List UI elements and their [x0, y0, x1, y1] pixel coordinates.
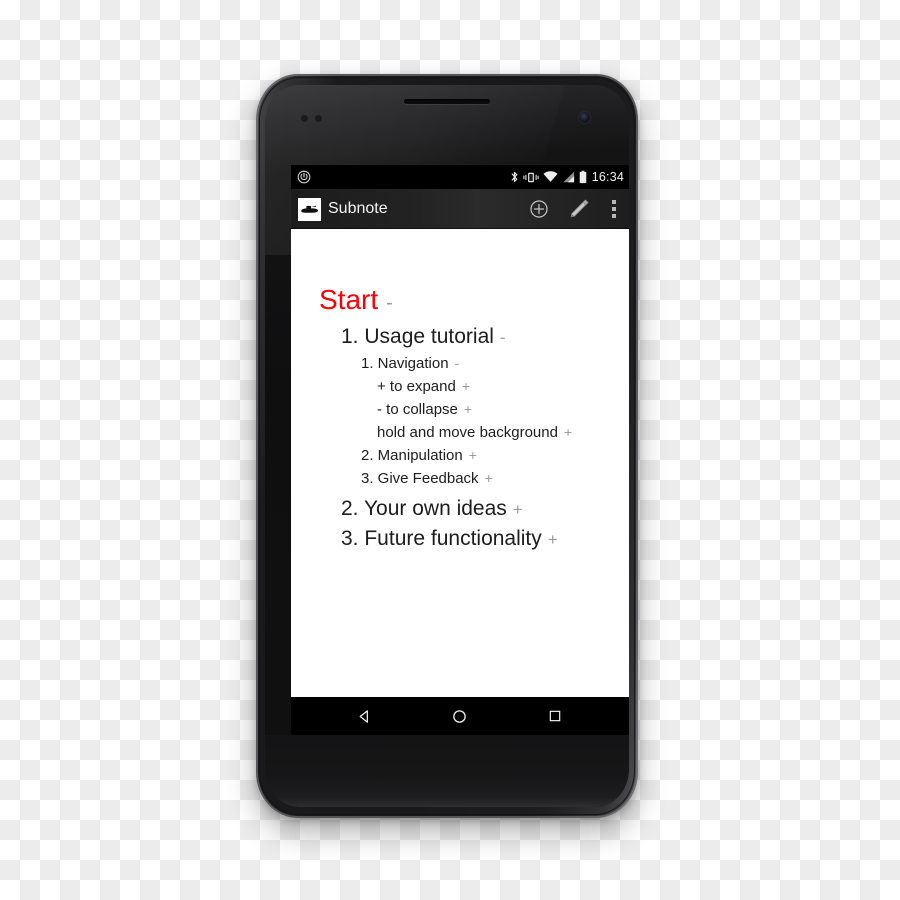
submarine-glyph: [301, 205, 319, 213]
wifi-icon: [543, 171, 558, 182]
node-collapse-marker[interactable]: -: [386, 292, 393, 315]
status-bar-notifications: [297, 170, 311, 184]
node-text: - to collapse: [377, 401, 458, 418]
node-expand-marker[interactable]: +: [464, 401, 472, 417]
node-text: 2. Your own ideas: [341, 497, 507, 520]
note-outline: Start - 1. Usage tutorial - 1. Navigatio…: [291, 229, 629, 697]
status-bar: 16:34: [291, 165, 629, 189]
proximity-sensor: [301, 115, 308, 122]
node-expand-marker[interactable]: +: [469, 447, 477, 463]
status-bar-clock: 16:34: [591, 169, 624, 184]
outline-node[interactable]: - to collapse +: [377, 401, 621, 418]
node-expand-marker[interactable]: +: [485, 470, 493, 486]
overflow-menu-button[interactable]: [599, 189, 629, 229]
node-text: 3. Future functionality: [341, 527, 542, 550]
signal-icon: [563, 171, 574, 183]
circle-icon: [453, 709, 467, 723]
node-collapse-marker[interactable]: -: [500, 328, 506, 348]
node-expand-marker[interactable]: +: [513, 500, 523, 520]
node-text: 3. Give Feedback: [361, 470, 479, 487]
outline-node[interactable]: 1. Navigation -: [361, 355, 621, 372]
node-text: 2. Manipulation: [361, 447, 463, 464]
power-icon: [297, 170, 311, 184]
back-button[interactable]: [340, 697, 390, 735]
status-bar-system-icons: 16:34: [510, 170, 624, 184]
node-expand-marker[interactable]: +: [548, 530, 558, 550]
node-collapse-marker[interactable]: -: [455, 355, 460, 371]
edit-button[interactable]: [559, 189, 599, 229]
outline-node[interactable]: 2. Your own ideas +: [341, 497, 621, 521]
android-navigation-bar: [291, 697, 629, 735]
node-text: Start: [319, 284, 379, 315]
node-text: + to expand: [377, 378, 456, 395]
front-camera: [579, 112, 590, 123]
recents-button[interactable]: [530, 697, 580, 735]
battery-icon: [579, 170, 586, 184]
device-front-glass: 16:34 Subnote Start - 1. Usage tutorial …: [265, 85, 629, 807]
light-sensor: [315, 115, 322, 122]
outline-node[interactable]: hold and move background +: [377, 424, 621, 441]
bluetooth-icon: [511, 171, 518, 183]
add-node-button[interactable]: [519, 189, 559, 229]
submarine-logo-icon[interactable]: [298, 197, 321, 221]
node-expand-marker[interactable]: +: [564, 424, 572, 440]
home-button[interactable]: [435, 697, 485, 735]
android-smartphone: 16:34 Subnote Start - 1. Usage tutorial …: [256, 74, 638, 818]
app-action-bar: Subnote: [291, 189, 629, 229]
outline-node[interactable]: 1. Usage tutorial -: [341, 325, 621, 349]
app-title: Subnote: [328, 200, 388, 217]
outline-node-root[interactable]: Start -: [319, 284, 621, 316]
transparent-canvas: 16:34 Subnote Start - 1. Usage tutorial …: [0, 0, 900, 900]
outline-node[interactable]: 3. Give Feedback +: [361, 470, 621, 487]
node-text: hold and move background: [377, 424, 558, 441]
square-icon: [550, 710, 561, 722]
vibrate-icon: [523, 172, 539, 182]
triangle-left-icon: [359, 709, 369, 723]
outline-node[interactable]: + to expand +: [377, 378, 621, 395]
node-expand-marker[interactable]: +: [462, 378, 470, 394]
outline-node[interactable]: 3. Future functionality +: [341, 527, 621, 551]
three-dots-icon: [612, 200, 616, 218]
phone-screen: 16:34 Subnote Start - 1. Usage tutorial …: [291, 165, 629, 735]
node-text: 1. Usage tutorial: [341, 325, 494, 348]
pencil-icon: [570, 199, 589, 218]
plus-circle-icon: [530, 200, 548, 218]
device-bottom-chin: [265, 735, 629, 807]
earpiece-speaker-grille: [404, 99, 490, 104]
outline-node[interactable]: 2. Manipulation +: [361, 447, 621, 464]
node-text: 1. Navigation: [361, 355, 449, 372]
